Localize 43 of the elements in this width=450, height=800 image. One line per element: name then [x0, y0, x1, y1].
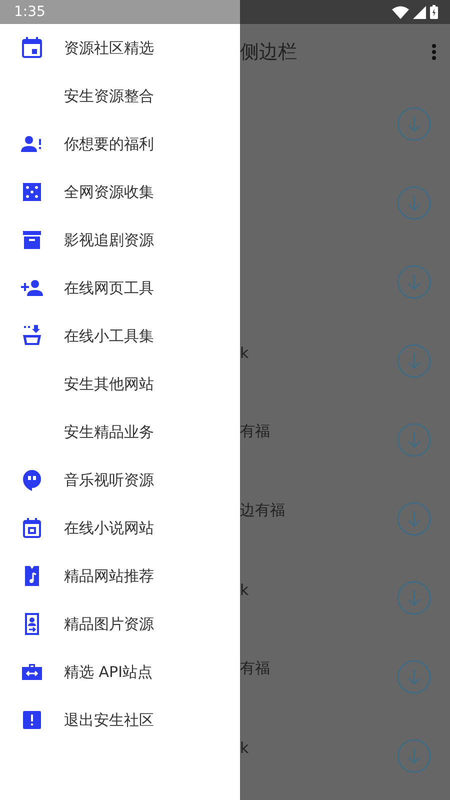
download-icon[interactable]: [397, 580, 431, 614]
calendar-icon: [20, 36, 44, 60]
drawer-item[interactable]: 音乐视听资源: [64, 470, 154, 490]
chat-bubble-icon: [20, 468, 44, 492]
basket-download-icon: [20, 324, 44, 348]
signal-icon: [413, 6, 426, 18]
list-item-title: 有福: [240, 422, 270, 441]
list-item-title: 边有福: [240, 501, 285, 520]
drawer-item[interactable]: 精品图片资源: [64, 614, 154, 634]
download-icon[interactable]: [397, 106, 431, 140]
drawer-item[interactable]: 安生资源整合: [64, 86, 154, 106]
battery-icon: [430, 5, 438, 19]
drawer-item[interactable]: 精选 API站点: [64, 662, 152, 682]
status-time: 1:35: [14, 4, 46, 20]
download-icon[interactable]: [397, 660, 431, 694]
drawer-item[interactable]: 在线网页工具: [64, 278, 154, 298]
wifi-icon: [392, 6, 409, 18]
drawer-item[interactable]: 你想要的福利: [64, 134, 154, 154]
drawer-item[interactable]: 全网资源收集: [64, 182, 154, 202]
download-icon[interactable]: [397, 502, 431, 536]
calendar-icon: [20, 516, 44, 540]
drawer-item[interactable]: 影视追剧资源: [64, 230, 154, 250]
list-item-title: k: [240, 344, 249, 362]
alert-box-icon: [20, 708, 44, 732]
drawer-item[interactable]: 安生其他网站: [64, 374, 154, 394]
more-icon[interactable]: [432, 44, 436, 60]
download-icon[interactable]: [397, 344, 431, 378]
drawer-item[interactable]: 在线小说网站: [64, 518, 154, 538]
download-icon[interactable]: [397, 738, 431, 772]
drawer-item[interactable]: 安生精品业务: [64, 422, 154, 442]
download-icon[interactable]: [397, 264, 431, 298]
drawer-item[interactable]: 退出安生社区: [64, 710, 154, 730]
download-icon[interactable]: [397, 186, 431, 220]
list-item-title: 有福: [240, 659, 270, 678]
download-icon[interactable]: [397, 422, 431, 456]
drawer-item[interactable]: 在线小工具集: [64, 326, 154, 346]
drawer-item[interactable]: 资源社区精选: [64, 38, 154, 58]
list-item-title: k: [240, 580, 249, 598]
list-item-title: k: [240, 738, 249, 756]
app-title: 侧边栏: [240, 40, 297, 65]
dice-icon: [20, 180, 44, 204]
drawer-item[interactable]: 精品网站推荐: [64, 566, 154, 586]
archive-icon: [20, 228, 44, 252]
